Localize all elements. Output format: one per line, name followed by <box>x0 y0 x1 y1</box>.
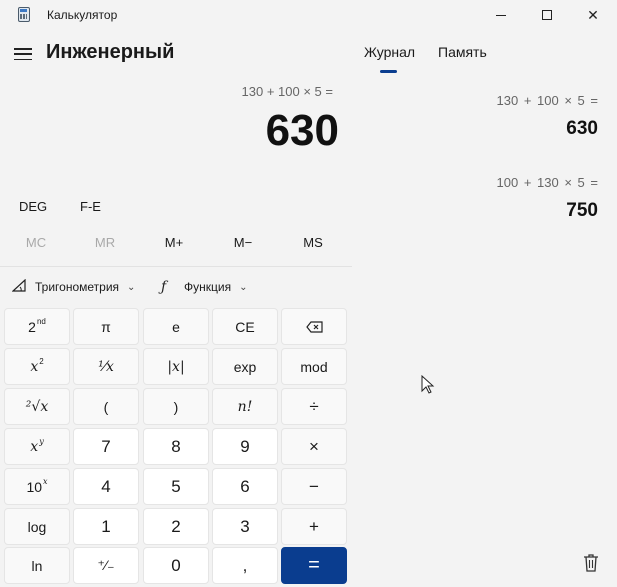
function-dropdown[interactable]: ƒ Функция ⌄ <box>161 279 247 295</box>
memory-clear-button[interactable]: MC <box>6 235 66 250</box>
decimal-button[interactable]: , <box>212 547 278 584</box>
minus-button[interactable]: − <box>281 468 347 505</box>
ln-button[interactable]: ln <box>4 547 70 584</box>
minimize-icon <box>496 14 506 16</box>
trash-icon[interactable] <box>583 553 599 573</box>
multiply-button[interactable]: × <box>281 428 347 465</box>
log-button[interactable]: log <box>4 508 70 545</box>
title-bar: Калькулятор ✕ <box>0 0 617 30</box>
expression-display: 130 + 100 × 5 = <box>241 84 333 99</box>
tab-memory[interactable]: Память <box>438 44 487 60</box>
digit-4-button[interactable]: 4 <box>73 468 139 505</box>
maximize-icon <box>542 10 552 20</box>
memory-store-button[interactable]: MS <box>283 235 343 250</box>
backspace-icon <box>305 320 323 333</box>
minimize-button[interactable] <box>478 0 524 30</box>
maximize-button[interactable] <box>524 0 570 30</box>
digit-6-button[interactable]: 6 <box>212 468 278 505</box>
digit-9-button[interactable]: 9 <box>212 428 278 465</box>
right-paren-button[interactable]: ) <box>143 388 209 425</box>
trig-label: Тригонометрия <box>35 280 120 294</box>
function-icon: ƒ <box>161 279 167 295</box>
angle-mode-button[interactable]: DEG <box>19 199 47 214</box>
mod-button[interactable]: mod <box>281 348 347 385</box>
history-result: 750 <box>566 200 598 221</box>
trig-icon <box>11 278 28 295</box>
pi-button[interactable]: π <box>73 308 139 345</box>
result-display: 630 <box>265 106 339 155</box>
calculator-app-icon <box>18 7 30 22</box>
history-result: 630 <box>566 118 598 139</box>
window-title: Калькулятор <box>47 8 118 22</box>
divider <box>0 266 352 267</box>
square-root-button[interactable]: ²√x <box>4 388 70 425</box>
plus-button[interactable]: + <box>281 508 347 545</box>
active-tab-indicator <box>380 70 397 73</box>
digit-8-button[interactable]: 8 <box>143 428 209 465</box>
close-button[interactable]: ✕ <box>570 0 616 30</box>
e-button[interactable]: e <box>143 308 209 345</box>
square-button[interactable]: x2 <box>4 348 70 385</box>
hamburger-icon[interactable] <box>14 46 32 62</box>
left-paren-button[interactable]: ( <box>73 388 139 425</box>
memory-row: MC MR M+ M− MS <box>0 230 350 256</box>
digit-2-button[interactable]: 2 <box>143 508 209 545</box>
exp-button[interactable]: exp <box>212 348 278 385</box>
second-button[interactable]: 2nd <box>4 308 70 345</box>
history-expression: 130 + 100 × 5 = <box>496 93 598 108</box>
power-button[interactable]: xy <box>4 428 70 465</box>
equals-button[interactable]: = <box>281 547 347 584</box>
absolute-value-button[interactable]: |x| <box>143 348 209 385</box>
reciprocal-button[interactable]: ¹⁄x <box>73 348 139 385</box>
history-expression: 100 + 130 × 5 = <box>496 175 598 190</box>
memory-recall-button[interactable]: MR <box>75 235 135 250</box>
digit-5-button[interactable]: 5 <box>143 468 209 505</box>
chevron-down-icon: ⌄ <box>127 281 136 293</box>
mouse-cursor-icon <box>421 375 435 394</box>
divide-button[interactable]: ÷ <box>281 388 347 425</box>
tab-history[interactable]: Журнал <box>364 44 415 60</box>
fe-notation-button[interactable]: F-E <box>80 199 101 214</box>
digit-0-button[interactable]: 0 <box>143 547 209 584</box>
chevron-down-icon: ⌄ <box>239 281 248 293</box>
function-label: Функция <box>184 280 232 294</box>
backspace-button[interactable] <box>281 308 347 345</box>
digit-1-button[interactable]: 1 <box>73 508 139 545</box>
mode-title: Инженерный <box>46 41 175 63</box>
history-entry[interactable]: 100 + 130 × 5 = 750 <box>497 175 598 222</box>
memory-add-button[interactable]: M+ <box>144 235 204 250</box>
history-entry[interactable]: 130 + 100 × 5 = 630 <box>497 93 598 140</box>
digit-3-button[interactable]: 3 <box>212 508 278 545</box>
ten-power-button[interactable]: 10 x <box>4 468 70 505</box>
negate-button[interactable]: ⁺⁄₋ <box>73 547 139 584</box>
factorial-button[interactable]: n! <box>212 388 278 425</box>
digit-7-button[interactable]: 7 <box>73 428 139 465</box>
clear-entry-button[interactable]: CE <box>212 308 278 345</box>
trigonometry-dropdown[interactable]: Тригонометрия ⌄ <box>11 278 136 295</box>
memory-subtract-button[interactable]: M− <box>213 235 273 250</box>
